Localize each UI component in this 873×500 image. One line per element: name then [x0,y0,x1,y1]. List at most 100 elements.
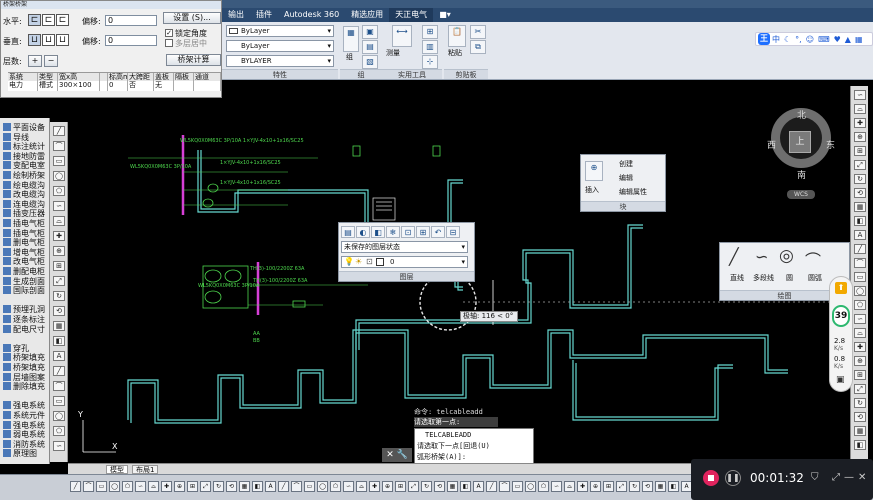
status-toggle-icon[interactable]: ⌒ [83,481,94,492]
ime-logo[interactable]: 王 [758,33,770,45]
draw-tool-icon[interactable]: ⬠ [53,186,65,196]
line-icon[interactable]: ╱ [729,247,739,266]
grid-cell[interactable]: 槽式 [38,81,58,91]
create-block-label[interactable]: 创建 [619,159,633,169]
command-close-icon[interactable]: ✕ 🔧 [382,448,412,462]
lightbulb-icon[interactable]: 💡 [344,257,354,266]
draw-tool-icon[interactable]: A [53,351,65,361]
draw-tool-icon[interactable]: ⟲ [53,306,65,316]
modify-tool-icon[interactable]: ⤢ [854,160,866,170]
status-toggle-icon[interactable]: ⤢ [616,481,627,492]
status-toggle-icon[interactable]: ⤢ [408,481,419,492]
status-toggle-icon[interactable]: ▭ [304,481,315,492]
layer-state-dropdown[interactable]: 未保存的图层状态 [341,241,468,253]
draw-tool-icon[interactable]: ⊞ [53,261,65,271]
status-toggle-icon[interactable]: ▦ [239,481,250,492]
punctuation-icon[interactable]: °, [793,35,804,44]
status-toggle-icon[interactable]: ✚ [161,481,172,492]
modify-tool-icon[interactable]: ◯ [854,286,866,296]
status-toggle-icon[interactable]: ⟲ [226,481,237,492]
skin-icon[interactable]: ♥ [832,35,843,44]
modify-tool-icon[interactable]: ⊞ [854,146,866,156]
arc-icon[interactable]: ⌒ [805,247,821,271]
clipboard-panel-title[interactable]: 剪贴板 [444,69,488,79]
status-toggle-icon[interactable]: ∽ [343,481,354,492]
group-select-icon[interactable]: ▧ [362,55,378,69]
compass-west[interactable]: 西 [767,138,776,151]
modify-tool-icon[interactable]: ⤢ [854,384,866,394]
modify-tool-icon[interactable]: ⌒ [854,258,866,268]
modify-tool-icon[interactable]: ◧ [854,440,866,450]
compass-south[interactable]: 南 [797,168,806,181]
draw-tool-icon[interactable]: ⌓ [53,216,65,226]
draw-tool-icon[interactable]: ⌒ [53,381,65,391]
layer-panel-title[interactable]: 图层 [339,271,474,281]
status-toggle-icon[interactable]: ⌓ [148,481,159,492]
draw-tool-icon[interactable]: ↻ [53,291,65,301]
linetype-dropdown[interactable]: ByLayer [226,40,334,52]
camera-icon[interactable]: ▣ [836,375,845,385]
command-line[interactable]: TELCABLEADD 请选取下一点[回退(U) 弧形桥架(A)]: [414,428,534,464]
calculator-icon[interactable]: ▥ [422,40,438,54]
insert-block-icon[interactable]: ⊕ [585,161,603,181]
menu-output[interactable]: 输出 [222,8,250,22]
insert-label[interactable]: 插入 [585,185,599,195]
pause-icon[interactable]: ❚❚ [725,470,741,486]
align-left-icon[interactable]: ⊏ [28,14,41,26]
dialog-title[interactable]: 桥架桥架 [1,1,221,9]
modify-tool-icon[interactable]: ⊞ [854,370,866,380]
modify-tool-icon[interactable]: ✚ [854,342,866,352]
status-toggle-icon[interactable]: ∽ [135,481,146,492]
status-toggle-icon[interactable]: ◧ [668,481,679,492]
keyboard-icon[interactable]: ⌨ [816,35,832,44]
remove-layer-button[interactable]: − [44,55,58,67]
layer-off-icon[interactable]: ◐ [356,226,370,238]
draw-tool-icon[interactable]: ◯ [53,411,65,421]
draw-tool-icon[interactable]: ◧ [53,336,65,346]
modify-tool-icon[interactable]: ⌓ [854,328,866,338]
circle-icon[interactable]: ◎ [779,246,794,266]
line-label[interactable]: 直线 [730,273,744,283]
measure-icon[interactable]: ⟷ [392,25,412,47]
arc-label[interactable]: 圆弧 [808,273,822,283]
modify-tool-icon[interactable]: ◧ [854,216,866,226]
edit-attribute-label[interactable]: 编辑属性 [619,187,647,197]
properties-panel-title[interactable]: 特性 [222,69,338,79]
draw-tool-icon[interactable]: ▦ [53,321,65,331]
grid-cell[interactable]: 电力 [8,81,38,91]
status-toggle-icon[interactable]: ⬠ [538,481,549,492]
status-toggle-icon[interactable]: ✚ [577,481,588,492]
tab-layout1[interactable]: 布局1 [132,465,159,474]
align-bottom-icon[interactable]: ⊔ [28,34,41,46]
toolbox-icon[interactable]: ▲ [843,35,853,44]
modify-tool-icon[interactable]: ▭ [854,272,866,282]
layer-color-swatch[interactable] [376,258,384,266]
modify-tool-icon[interactable]: ∽ [854,314,866,324]
point-style-icon[interactable]: ⊹ [422,55,438,69]
status-toggle-icon[interactable]: ↻ [213,481,224,492]
minimize-icon[interactable]: — [844,472,854,483]
status-toggle-icon[interactable]: ⊕ [590,481,601,492]
group-icon[interactable]: ▦ [343,26,359,52]
status-toggle-icon[interactable]: ◯ [109,481,120,492]
status-toggle-icon[interactable]: ↻ [421,481,432,492]
draw-tool-icon[interactable]: ∽ [53,441,65,451]
modify-tool-icon[interactable]: ↻ [854,398,866,408]
color-dropdown[interactable]: ByLayer [226,25,334,37]
modify-tool-icon[interactable]: ╱ [854,244,866,254]
status-toggle-icon[interactable]: ✚ [369,481,380,492]
draw-tool-icon[interactable]: ╱ [53,126,65,136]
status-toggle-icon[interactable]: ⊕ [174,481,185,492]
compass-north[interactable]: 北 [797,108,806,121]
status-toggle-icon[interactable]: ⊞ [395,481,406,492]
layer-walk-icon[interactable]: ⊟ [446,226,460,238]
circle-label[interactable]: 圆 [786,273,793,283]
utility-panel-title[interactable]: 实用工具 [382,69,442,79]
group-edit-icon[interactable]: ▤ [362,40,378,54]
paste-icon[interactable]: 📋 [448,25,466,47]
status-toggle-icon[interactable]: ◧ [460,481,471,492]
status-toggle-icon[interactable]: ▦ [447,481,458,492]
palette-item[interactable]: 原理图 [3,448,50,459]
layer-freeze-icon[interactable]: ❄ [386,226,400,238]
offset-input-2[interactable]: 0 [105,35,157,46]
